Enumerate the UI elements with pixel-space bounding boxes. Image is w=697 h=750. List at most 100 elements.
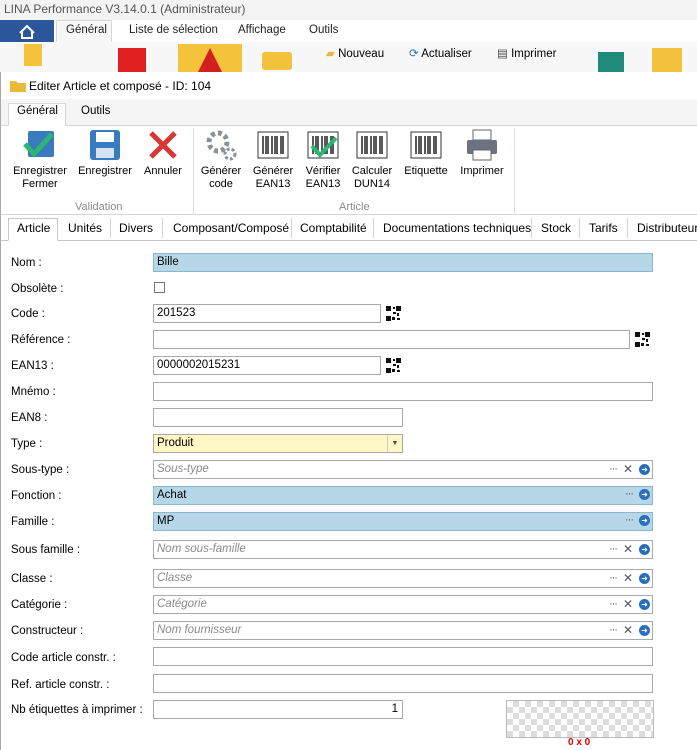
ean8-field[interactable] — [153, 408, 403, 427]
form-tab-unites[interactable]: Unités — [68, 221, 102, 235]
fonction-value: Achat — [157, 489, 187, 501]
verify-ean13-button[interactable]: Vérifier EAN13 — [300, 128, 346, 191]
obsolete-checkbox[interactable] — [154, 282, 165, 293]
tab-separator — [531, 218, 532, 238]
categorie-placeholder: Catégorie — [157, 598, 207, 610]
barcode-icon — [257, 131, 289, 159]
red-square-icon[interactable] — [118, 48, 146, 72]
type-value: Produit — [157, 437, 194, 449]
code-field[interactable]: 201523 — [153, 304, 381, 323]
constructeur-placeholder: Nom fournisseur — [157, 624, 242, 636]
more-icon[interactable]: ··· — [609, 572, 618, 584]
ref-constr-field[interactable] — [153, 674, 653, 693]
export-icon[interactable] — [598, 52, 624, 72]
more-icon[interactable]: ··· — [609, 624, 618, 636]
app-print-button[interactable]: ▤ Imprimer — [497, 46, 556, 60]
tab-separator — [291, 218, 292, 238]
clear-icon[interactable]: ✕ — [623, 462, 633, 476]
generate-ean13-button[interactable]: Générer EAN13 — [250, 128, 296, 191]
qr-code-icon[interactable] — [385, 305, 402, 322]
ean13-field[interactable]: 0000002015231 — [153, 356, 381, 375]
nouveau-button[interactable]: ▰ Nouveau — [326, 46, 384, 60]
classe-field[interactable]: Classe ··· ✕ ➜ — [153, 569, 653, 588]
arrow-right-icon[interactable]: ➜ — [639, 543, 650, 555]
generate-ean13-label-1: Générer — [252, 165, 294, 177]
arrow-right-icon[interactable]: ➜ — [639, 488, 650, 500]
clear-icon[interactable]: ✕ — [623, 597, 633, 611]
form-tab-stock[interactable]: Stock — [541, 221, 571, 235]
save-close-label-2: Fermer — [22, 178, 58, 190]
app-tab-selection[interactable]: Liste de sélection — [129, 24, 218, 36]
toolbar-separator — [193, 128, 194, 214]
code-constr-field[interactable] — [153, 647, 653, 666]
warning-button[interactable] — [178, 44, 242, 72]
fonction-field[interactable]: Achat ··· ➜ — [153, 486, 653, 505]
more-icon[interactable]: ··· — [625, 514, 634, 526]
more-icon[interactable]: ··· — [625, 488, 634, 500]
type-label: Type : — [11, 438, 43, 450]
nb-etiquettes-field[interactable]: 1 — [153, 700, 403, 719]
clear-icon[interactable]: ✕ — [623, 623, 633, 637]
barcode-icon — [356, 131, 388, 159]
form-tab-tarifs[interactable]: Tarifs — [589, 221, 618, 235]
app-title-bar: LINA Performance V3.14.0.1 (Administrate… — [0, 0, 697, 20]
form-tab-divers[interactable]: Divers — [119, 221, 153, 235]
form-tab-distributeurs[interactable]: Distributeurs — [637, 221, 697, 235]
form-tab-composant[interactable]: Composant/Composé — [173, 221, 289, 235]
dialog-tab-outils[interactable]: Outils — [81, 105, 110, 117]
chevron-down-icon[interactable]: ▼ — [387, 435, 402, 452]
obsolete-label: Obsolète : — [11, 283, 64, 295]
label-button[interactable]: Etiquette — [400, 128, 452, 178]
arrow-right-icon[interactable]: ➜ — [639, 514, 650, 526]
actualiser-button[interactable]: ⟳ Actualiser — [409, 46, 472, 60]
nom-field[interactable]: Bille — [153, 253, 653, 272]
home-button[interactable] — [0, 20, 54, 42]
clear-icon[interactable]: ✕ — [623, 571, 633, 585]
mnemo-field[interactable] — [153, 382, 653, 401]
form-tab-comptabilite[interactable]: Comptabilité — [300, 221, 367, 235]
group-article: Article — [339, 201, 370, 213]
arrow-right-icon[interactable]: ➜ — [639, 572, 650, 584]
cancel-button[interactable]: Annuler — [140, 128, 186, 178]
reference-field[interactable] — [153, 330, 630, 349]
app-tab-affichage[interactable]: Affichage — [238, 24, 286, 36]
cancel-label: Annuler — [144, 165, 182, 177]
more-icon[interactable]: ··· — [609, 543, 618, 555]
famille-label: Famille : — [11, 516, 55, 528]
print-button[interactable]: Imprimer — [457, 128, 507, 178]
famille-field[interactable]: MP ··· ➜ — [153, 512, 653, 531]
type-dropdown[interactable]: Produit ▼ — [153, 434, 403, 453]
tab-separator — [373, 218, 374, 238]
more-icon[interactable]: ··· — [609, 598, 618, 610]
arrow-right-icon[interactable]: ➜ — [639, 624, 650, 636]
arrow-right-icon[interactable]: ➜ — [639, 598, 650, 610]
save-label: Enregistrer — [78, 165, 132, 177]
save-button[interactable]: Enregistrer — [76, 128, 134, 178]
dialog-title-bar: Editer Article et composé - ID: 104 — [1, 72, 697, 99]
calculate-dun14-button[interactable]: Calculer DUN14 — [349, 128, 395, 191]
categorie-field[interactable]: Catégorie ··· ✕ ➜ — [153, 595, 653, 614]
generate-code-button[interactable]: Générer code — [198, 128, 244, 191]
refresh-icon: ⟳ — [409, 48, 419, 60]
classe-placeholder: Classe — [157, 572, 193, 584]
arrow-right-icon[interactable]: ➜ — [639, 463, 650, 475]
tab-separator — [162, 218, 163, 238]
fonction-label: Fonction : — [11, 490, 62, 502]
clear-icon[interactable]: ✕ — [623, 542, 633, 556]
new-folder-icon: ▰ — [326, 48, 335, 60]
constructeur-field[interactable]: Nom fournisseur ··· ✕ ➜ — [153, 621, 653, 640]
form-tab-documentations[interactable]: Documentations techniques — [383, 221, 531, 235]
generate-code-label-2: code — [209, 178, 233, 190]
calculate-dun14-label-1: Calculer — [351, 165, 393, 177]
nom-label: Nom : — [11, 257, 42, 269]
folder-icon[interactable] — [262, 52, 292, 70]
archive-folder-icon[interactable] — [652, 48, 682, 72]
qr-code-icon[interactable] — [634, 331, 651, 348]
save-close-button[interactable]: Enregistrer Fermer — [10, 128, 70, 191]
qr-code-icon[interactable] — [385, 357, 402, 374]
sous-famille-field[interactable]: Nom sous-famille ··· ✕ ➜ — [153, 540, 653, 559]
app-tab-outils[interactable]: Outils — [309, 24, 338, 36]
calculate-dun14-label-2: DUN14 — [353, 178, 391, 190]
more-icon[interactable]: ··· — [609, 463, 618, 475]
sous-type-field[interactable]: Sous-type ··· ✕ ➜ — [153, 460, 653, 479]
